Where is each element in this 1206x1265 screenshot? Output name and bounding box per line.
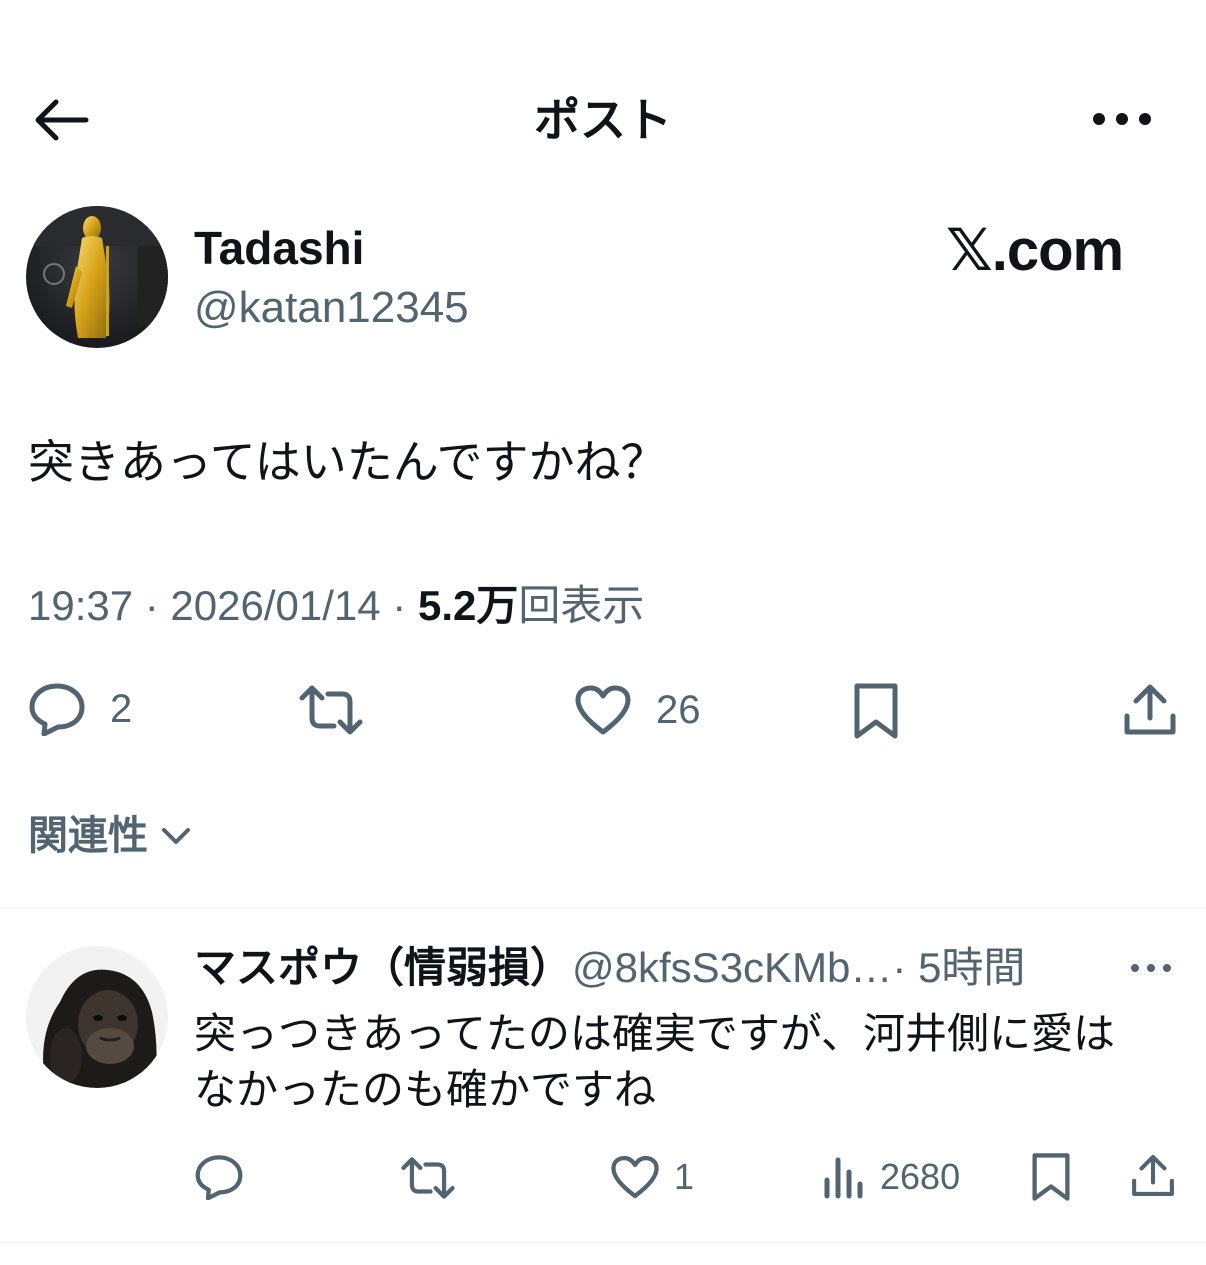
ellipsis-icon (1131, 964, 1171, 972)
divider (0, 1242, 1206, 1243)
heart-icon (575, 685, 631, 735)
reply-view-count: 2680 (880, 1156, 961, 1197)
reply-bookmark-button[interactable] (1030, 1152, 1072, 1202)
bookmark-icon (1032, 1153, 1070, 1201)
reply-repost-button[interactable] (400, 1156, 456, 1200)
reply-button[interactable]: 2 (28, 682, 132, 736)
reply-count: 2 (110, 687, 133, 731)
reply-share-button[interactable] (1130, 1152, 1176, 1198)
reply-icon (29, 683, 85, 736)
heart-icon (611, 1155, 659, 1199)
analytics-bars-icon (824, 1157, 863, 1199)
reply-icon (195, 1155, 243, 1200)
page-title: ポスト (534, 94, 672, 146)
reply-more-button[interactable] (1128, 958, 1174, 978)
golden-statue-avatar-image (26, 206, 168, 348)
more-button[interactable] (1088, 104, 1156, 134)
repost-icon (299, 685, 363, 735)
reply-reply-button[interactable] (194, 1154, 244, 1200)
bookmark-icon (854, 683, 898, 739)
post-meta: 19:37 · 2026/01/14 · 5.2万回表示 (28, 578, 644, 634)
divider (0, 908, 1206, 909)
views-label: 回表示 (518, 582, 645, 629)
share-icon (1124, 684, 1176, 735)
reply-author-name[interactable]: マスポウ（情弱損） (194, 944, 572, 991)
x-com-watermark: 𝕏.com (946, 218, 1124, 283)
reply-author-avatar[interactable] (26, 946, 168, 1088)
like-count: 26 (656, 688, 701, 732)
post-timestamp[interactable]: 19:37 · 2026/01/14 · (28, 582, 418, 629)
chevron-down-icon (162, 828, 190, 844)
reply-like-button[interactable]: 1 (610, 1154, 694, 1200)
share-icon (1132, 1154, 1174, 1196)
like-button[interactable]: 26 (574, 684, 701, 736)
reply-header: マスポウ（情弱損）@8kfsS3cKMb…· 5時間 (194, 938, 1025, 998)
author-handle[interactable]: @katan12345 (194, 280, 469, 336)
author-name[interactable]: Tadashi (194, 220, 364, 276)
post-text: 突きあってはいたんですかね？ (28, 436, 667, 488)
author-avatar[interactable] (26, 206, 168, 348)
reply-like-count: 1 (674, 1156, 695, 1197)
ellipsis-icon (1093, 113, 1151, 125)
reply-timestamp[interactable]: · 5時間 (892, 944, 1025, 991)
reply-text: 突っつきあってたのは確実ですが、河井側に愛はなかったのも確かですね (194, 1010, 1116, 1113)
views-count: 5.2万 (417, 582, 519, 629)
repost-button[interactable] (298, 684, 364, 736)
chimpanzee-avatar-image (26, 946, 168, 1088)
share-button[interactable] (1122, 682, 1178, 736)
bookmark-button[interactable] (852, 682, 900, 740)
sort-label: 関連性 (28, 814, 148, 858)
sort-relevance-dropdown[interactable]: 関連性 (28, 808, 196, 864)
repost-icon (401, 1157, 455, 1199)
reply-author-handle[interactable]: @8kfsS3cKMb… (572, 944, 892, 991)
reply-views-button[interactable]: 2680 (822, 1154, 960, 1200)
